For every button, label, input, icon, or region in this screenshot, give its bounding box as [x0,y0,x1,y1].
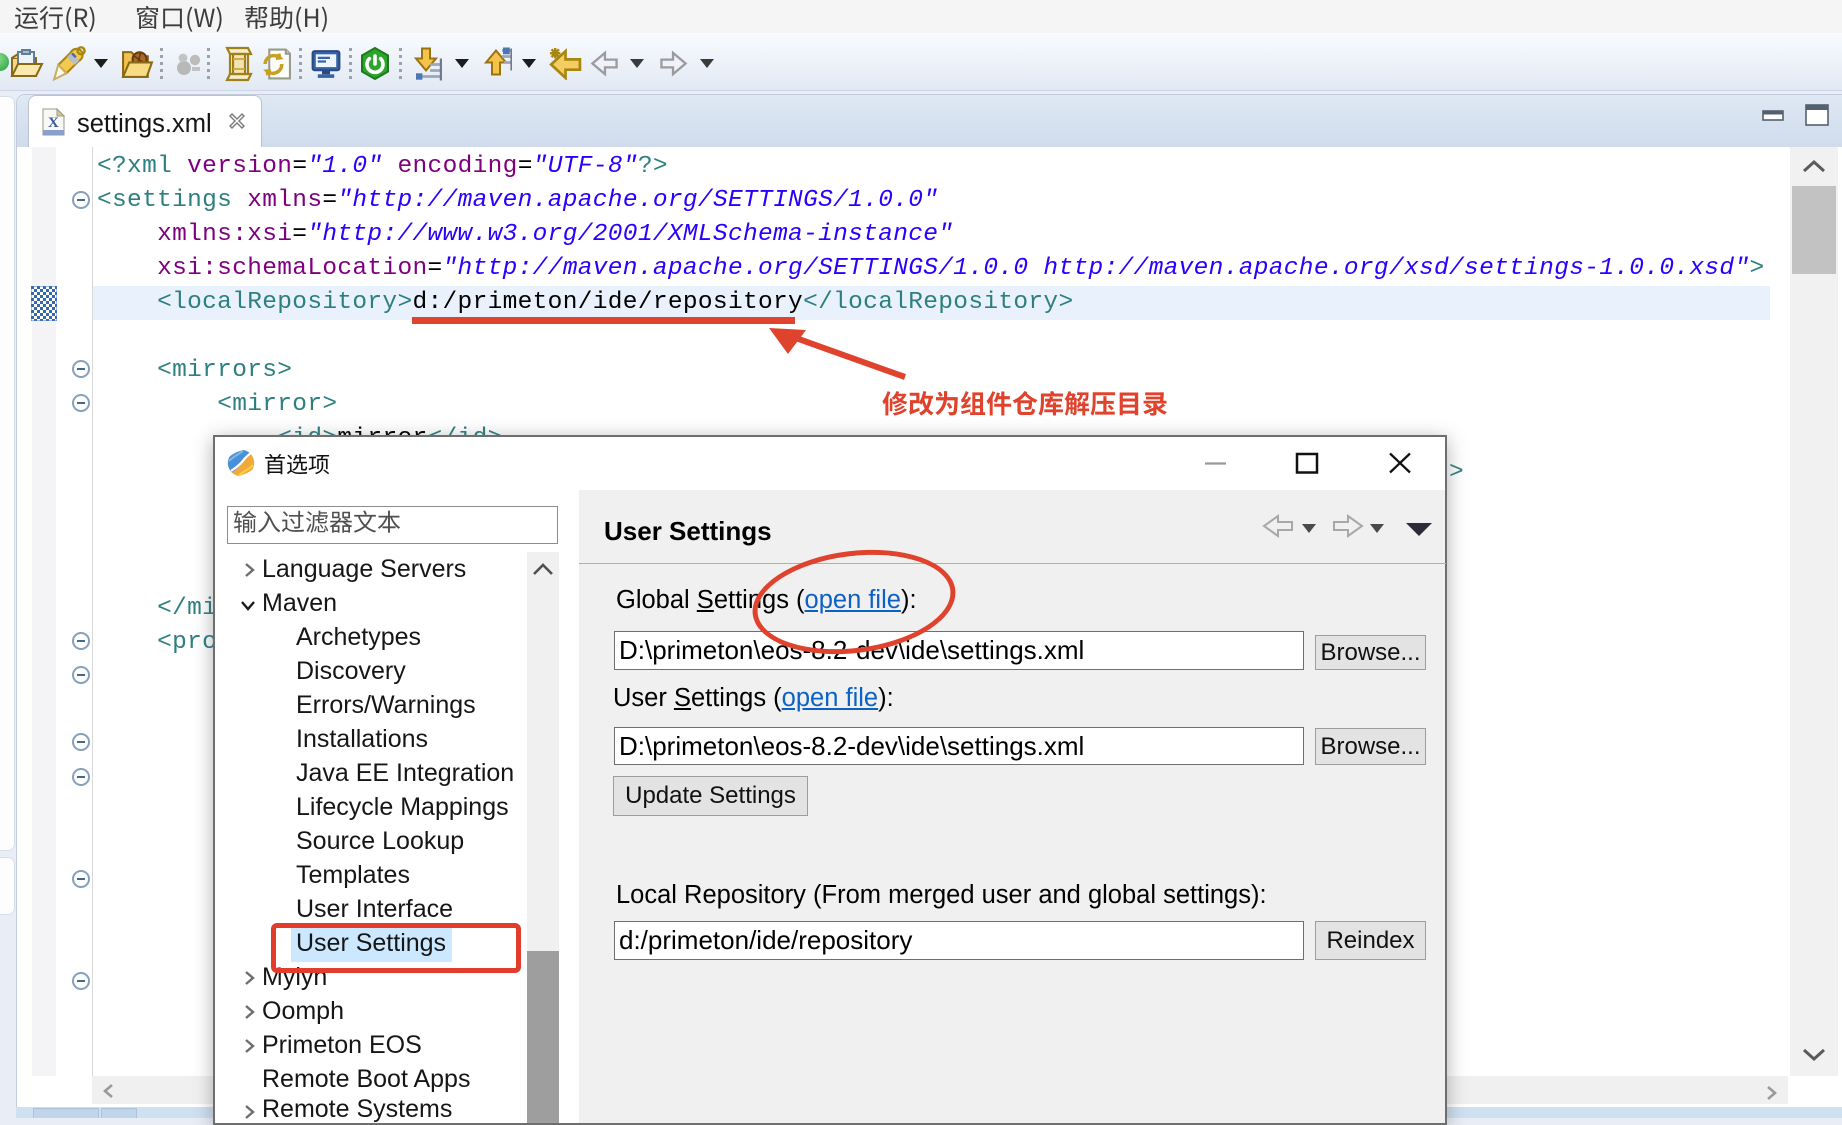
svg-text:X: X [48,115,59,131]
